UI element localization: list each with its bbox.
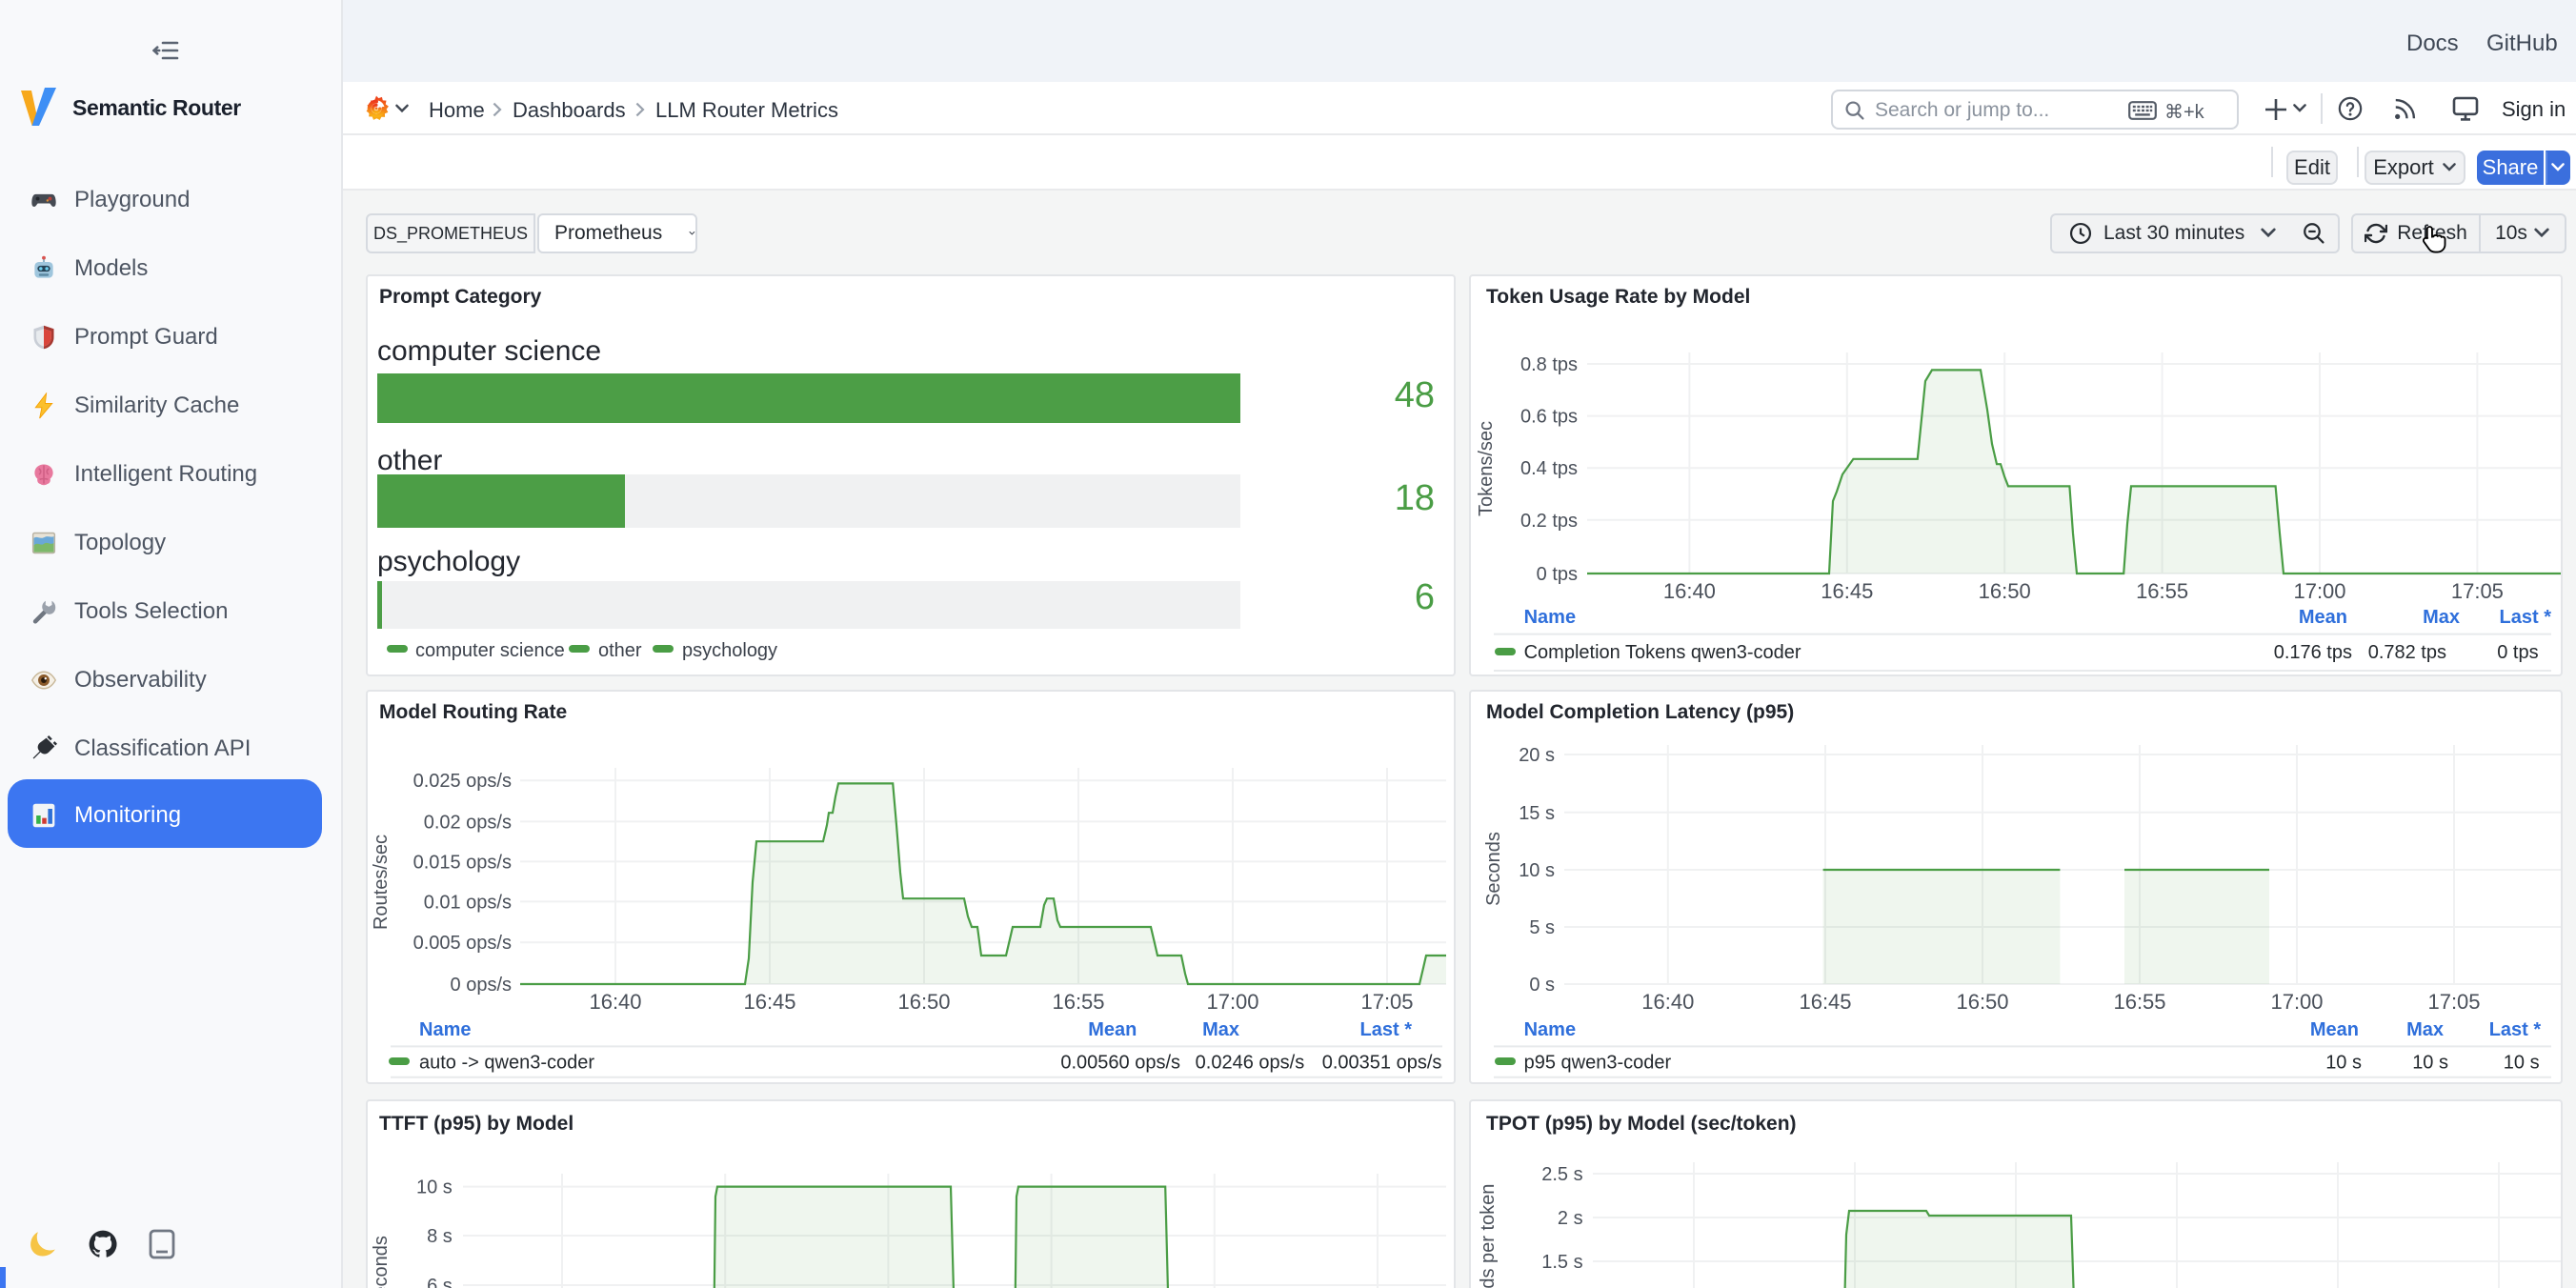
- svg-text:2.5 s: 2.5 s: [1541, 1164, 1582, 1185]
- svg-text:Seconds: Seconds: [1483, 832, 1504, 906]
- svg-text:other: other: [598, 640, 642, 661]
- svg-text:Tokens/sec: Tokens/sec: [1476, 421, 1497, 516]
- svg-text:Last *: Last *: [1360, 1019, 1413, 1040]
- svg-text:Max: Max: [1202, 1019, 1239, 1040]
- svg-text:16:55: 16:55: [2113, 990, 2165, 1014]
- svg-text:16:40: 16:40: [1641, 990, 1694, 1014]
- svg-text:2 s: 2 s: [1558, 1208, 1583, 1229]
- svg-text:16:40: 16:40: [589, 990, 641, 1014]
- svg-text:0 ops/s: 0 ops/s: [451, 975, 512, 996]
- svg-text:0.02 ops/s: 0.02 ops/s: [424, 812, 512, 833]
- svg-text:auto -> qwen3-coder: auto -> qwen3-coder: [419, 1052, 594, 1073]
- svg-text:17:05: 17:05: [2451, 579, 2504, 603]
- svg-text:0 tps: 0 tps: [2497, 642, 2538, 663]
- svg-text:Max: Max: [2423, 607, 2460, 628]
- svg-text:Name: Name: [1524, 1019, 1576, 1040]
- svg-text:17:05: 17:05: [2427, 990, 2480, 1014]
- svg-text:0.782 tps: 0.782 tps: [2368, 642, 2446, 663]
- svg-text:Last *: Last *: [2500, 607, 2552, 628]
- svg-text:Mean: Mean: [2299, 607, 2347, 628]
- svg-text:16:55: 16:55: [2136, 579, 2188, 603]
- svg-text:0 s: 0 s: [1529, 975, 1555, 996]
- svg-text:0.005 ops/s: 0.005 ops/s: [413, 933, 512, 954]
- svg-text:0.025 ops/s: 0.025 ops/s: [413, 771, 512, 792]
- svg-text:16:45: 16:45: [1799, 990, 1851, 1014]
- svg-text:20 s: 20 s: [1519, 745, 1555, 766]
- svg-text:17:05: 17:05: [1360, 990, 1413, 1014]
- svg-text:6 s: 6 s: [427, 1276, 453, 1288]
- svg-text:0.00351 ops/s: 0.00351 ops/s: [1322, 1052, 1442, 1073]
- svg-text:0.00560 ops/s: 0.00560 ops/s: [1060, 1052, 1180, 1073]
- svg-text:Max: Max: [2406, 1019, 2444, 1040]
- svg-text:0.8 tps: 0.8 tps: [1520, 354, 1578, 375]
- svg-text:0.176 tps: 0.176 tps: [2274, 642, 2352, 663]
- svg-text:Mean: Mean: [1088, 1019, 1137, 1040]
- svg-text:p95 qwen3-coder: p95 qwen3-coder: [1524, 1052, 1672, 1073]
- svg-text:17:00: 17:00: [2270, 990, 2323, 1014]
- svg-text:Seconds: Seconds: [371, 1236, 392, 1288]
- svg-text:0.6 tps: 0.6 tps: [1520, 407, 1578, 428]
- svg-text:computer science: computer science: [415, 640, 565, 661]
- svg-text:Name: Name: [419, 1019, 471, 1040]
- svg-text:10 s: 10 s: [2504, 1052, 2540, 1073]
- svg-text:8 s: 8 s: [427, 1226, 453, 1247]
- svg-text:10 s: 10 s: [416, 1177, 453, 1198]
- svg-text:16:50: 16:50: [897, 990, 950, 1014]
- svg-text:10 s: 10 s: [2412, 1052, 2448, 1073]
- svg-text:1.5 s: 1.5 s: [1541, 1252, 1582, 1273]
- svg-text:0.2 tps: 0.2 tps: [1520, 511, 1578, 532]
- svg-text:17:00: 17:00: [1206, 990, 1258, 1014]
- svg-text:0.015 ops/s: 0.015 ops/s: [413, 852, 512, 873]
- svg-text:10 s: 10 s: [2325, 1052, 2362, 1073]
- svg-text:5 s: 5 s: [1529, 917, 1555, 938]
- svg-text:16:50: 16:50: [1956, 990, 2008, 1014]
- svg-text:16:45: 16:45: [743, 990, 795, 1014]
- svg-text:Last *: Last *: [2489, 1019, 2542, 1040]
- svg-text:16:40: 16:40: [1663, 579, 1716, 603]
- svg-text:16:50: 16:50: [1979, 579, 2031, 603]
- svg-text:Routes/sec: Routes/sec: [371, 835, 392, 930]
- svg-text:16:45: 16:45: [1821, 579, 1873, 603]
- svg-text:0.0246 ops/s: 0.0246 ops/s: [1196, 1052, 1305, 1073]
- svg-text:psychology: psychology: [682, 640, 777, 661]
- svg-text:0.01 ops/s: 0.01 ops/s: [424, 892, 512, 913]
- svg-text:15 s: 15 s: [1519, 803, 1555, 824]
- svg-text:0 tps: 0 tps: [1537, 564, 1578, 585]
- svg-text:Seconds per token: Seconds per token: [1478, 1184, 1499, 1288]
- svg-text:17:00: 17:00: [2293, 579, 2345, 603]
- svg-text:Completion Tokens qwen3-coder: Completion Tokens qwen3-coder: [1524, 642, 1801, 663]
- svg-text:Name: Name: [1524, 607, 1576, 628]
- svg-text:10 s: 10 s: [1519, 860, 1555, 881]
- svg-text:0.4 tps: 0.4 tps: [1520, 458, 1578, 479]
- svg-text:16:55: 16:55: [1052, 990, 1104, 1014]
- svg-text:Mean: Mean: [2310, 1019, 2359, 1040]
